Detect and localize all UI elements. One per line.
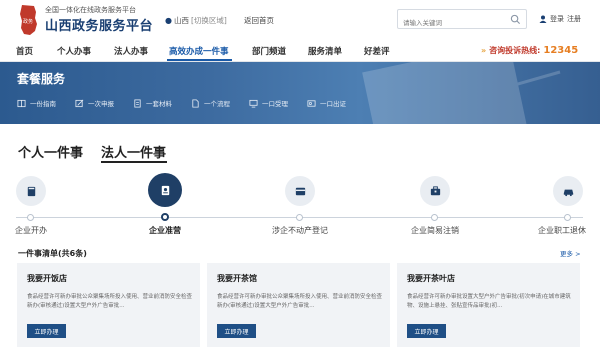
main-nav: 首页 个人办事 法人办事 高效办成一件事 部门频道 服务清单 好差评 » 咨询投… [0,40,600,62]
shanxi-logo-icon[interactable]: 政务 [16,4,40,36]
handle-now-button[interactable]: 立即办理 [217,324,256,338]
register-link[interactable]: 注册 [567,14,581,24]
more-link[interactable]: 更多 > [560,248,581,258]
hotline-label: 咨询投诉热线: [489,46,541,55]
banner-feature-label: 一个流程 [204,100,230,108]
service-card[interactable]: 我要开茶叶店 食品经营许可新办审批设置大型户外广告审批(初次申请)在城市建筑物、… [397,263,580,347]
document-icon [134,98,141,108]
step-icon-business-start[interactable] [16,176,46,206]
switch-region-link[interactable]: [切换区域] [191,15,227,26]
nav-item-efficient-services[interactable]: 高效办成一件事 [169,45,229,57]
card-description: 食品经营许可新办审批公众聚集场所投入使用、营业前消防安全检查新办(审核通过)设置… [27,294,192,309]
banner-feature-label: 一份指南 [30,100,56,108]
nav-item-home[interactable]: 首页 [16,45,33,57]
book-icon [27,186,35,196]
banner-feature: 一套材料 [133,98,191,108]
card-icon [295,187,305,195]
banner-feature-list: 一份指南 一次申报 一套材料 一个流程 一口受理 一口出证 [17,98,365,108]
search-icon[interactable] [510,14,521,25]
svg-text:政务: 政务 [23,18,33,25]
region-selector[interactable]: ● 山西 [切换区域] [165,15,227,26]
tab-corporate-affair[interactable]: 法人一件事 [101,142,166,161]
nav-item-feedback[interactable]: 好差评 [364,45,390,57]
banner-feature: 一份指南 [17,98,75,108]
step-label-business-start[interactable]: 企业开办 [15,225,47,236]
banner-feature: 一次申报 [75,98,133,108]
card-title: 我要开茶馆 [217,274,257,283]
license-icon [161,185,169,195]
card-description: 食品经营许可新办审批公众聚集场所投入使用、营业前消防安全检查新办(审核通过)设置… [217,294,382,309]
step-label-deregistration[interactable]: 企业简易注销 [411,225,459,236]
step-dot-active [161,213,169,221]
search-box [397,9,527,32]
nav-item-personal[interactable]: 个人办事 [57,45,91,57]
service-card[interactable]: 我要开饭店 食品经营许可新办审批公众聚集场所投入使用、营业前消防安全检查新办(审… [17,263,200,347]
package-service-banner: 套餐服务 一份指南 一次申报 一套材料 一个流程 一口受理 一口出证 [0,62,600,124]
nav-item-service-list[interactable]: 服务清单 [308,45,342,57]
step-label-business-permit[interactable]: 企业准营 [149,225,181,236]
car-icon [563,189,573,196]
service-card[interactable]: 我要开茶馆 食品经营许可新办审批公众聚集场所投入使用、营业前消防安全检查新办(审… [207,263,390,347]
card-title: 我要开茶叶店 [407,274,455,283]
book-icon [17,99,26,107]
step-dot [431,214,438,221]
list-title: 一件事清单(共6条) [18,249,87,258]
login-link[interactable]: 登录 [550,14,564,24]
hotline-number: 12345 [543,45,579,56]
monitor-icon [249,99,258,108]
main-content: 个人一件事 法人一件事 企业开办 企业准营 涉企不动产登记 企业简易注销 企业职… [0,124,600,347]
nav-item-corporate[interactable]: 法人办事 [114,45,148,57]
step-icon-real-estate[interactable] [285,176,315,206]
site-title[interactable]: 山西政务服务平台 [45,15,153,34]
banner-feature-label: 一套材料 [146,100,172,108]
step-icon-retirement[interactable] [553,176,583,206]
step-dot [27,214,34,221]
double-chevron-icon: » [481,46,487,55]
step-icon-deregistration[interactable] [420,176,450,206]
banner-title: 套餐服务 [17,72,66,86]
step-label-retirement[interactable]: 企业职工退休 [538,225,586,236]
tab-personal-affair[interactable]: 个人一件事 [18,142,83,161]
active-nav-indicator [167,59,232,61]
handle-now-button[interactable]: 立即办理 [407,324,446,338]
banner-feature-label: 一口受理 [262,100,288,108]
briefcase-icon [430,185,440,195]
step-label-real-estate[interactable]: 涉企不动产登记 [272,225,328,236]
step-dot [564,214,571,221]
region-name: 山西 [173,16,189,25]
banner-background-graphic [362,62,561,124]
handle-now-button[interactable]: 立即办理 [27,324,66,338]
banner-feature-label: 一次申报 [88,100,114,108]
banner-feature: 一个流程 [191,98,249,108]
card-title: 我要开饭店 [27,274,67,283]
nav-item-departments[interactable]: 部门频道 [252,45,286,57]
banner-feature: 一口出证 [307,98,365,108]
active-tab-indicator [101,161,167,163]
hotline: » 咨询投诉热线: 12345 [481,45,578,56]
card-description: 食品经营许可新办审批设置大型户外广告审批(初次申请)在城市建筑物、设施上悬挂、张… [407,294,571,309]
banner-feature: 一口受理 [249,98,307,108]
certificate-icon [307,99,316,107]
step-dot [296,214,303,221]
search-input[interactable] [398,14,506,32]
file-icon [192,98,199,108]
location-pin-icon: ● [165,16,172,25]
user-icon [539,15,547,23]
home-link[interactable]: 返回首页 [244,15,274,26]
auth-links: 登录 注册 [539,14,581,24]
edit-icon [75,99,84,107]
site-subtitle: 全国一体化在线政务服务平台 [45,6,136,14]
site-header: 政务 全国一体化在线政务服务平台 山西政务服务平台 ● 山西 [切换区域] 返回… [0,0,600,40]
banner-feature-label: 一口出证 [320,100,346,108]
step-icon-business-permit[interactable] [148,173,182,207]
